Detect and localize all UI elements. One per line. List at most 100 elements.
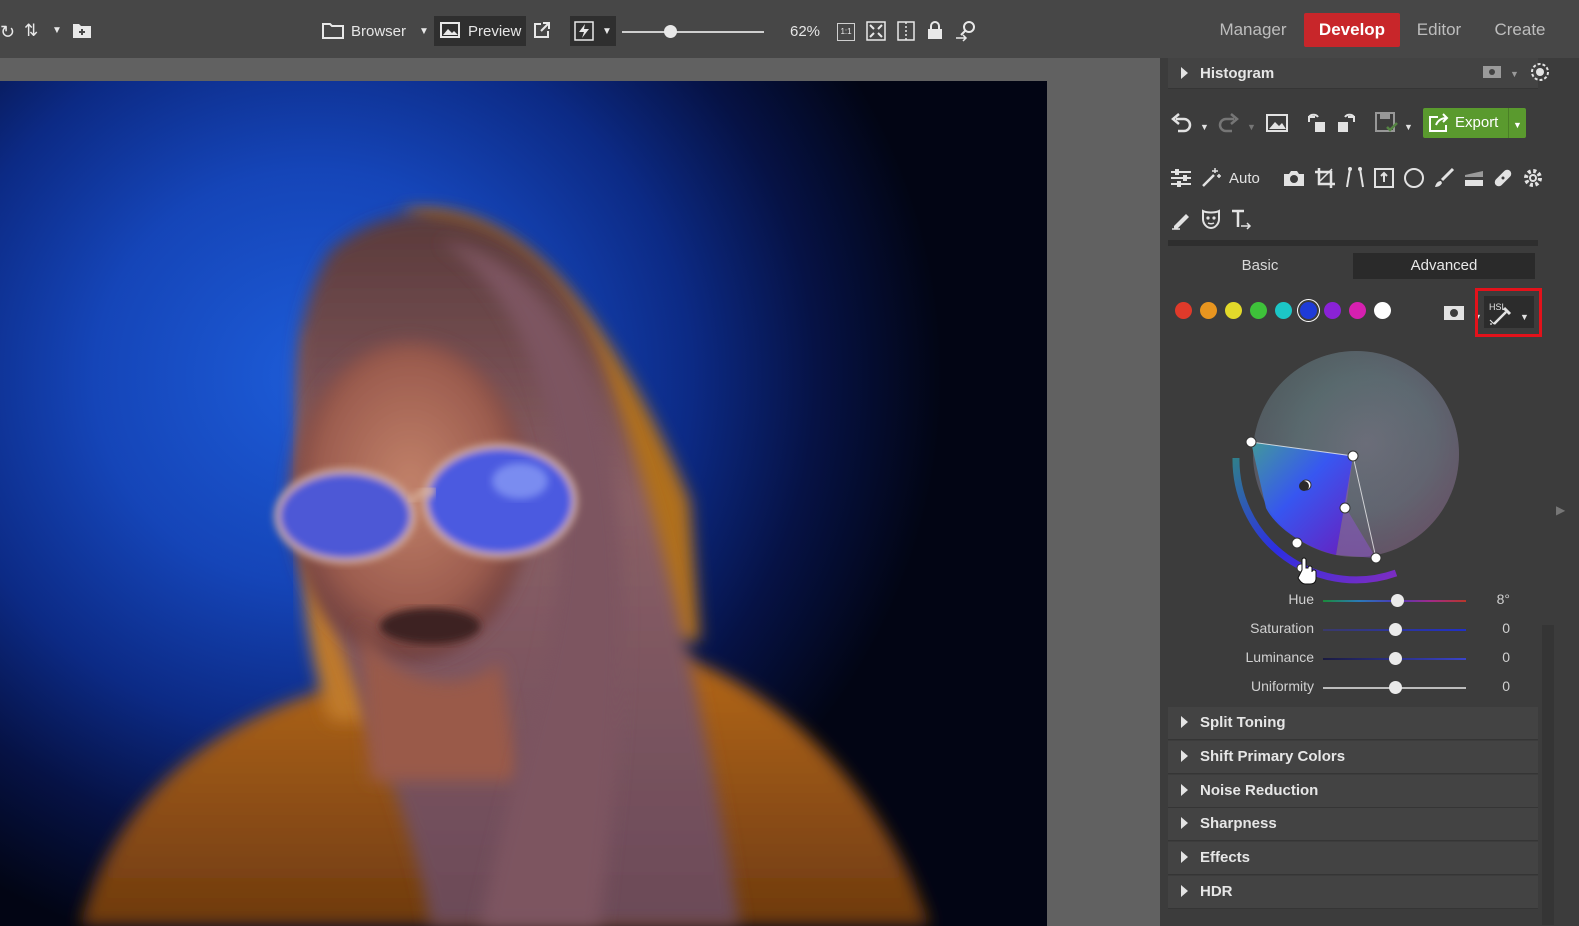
adjust-row-uniformity: Uniformity 0 — [1168, 678, 1538, 698]
image-canvas — [0, 58, 1160, 926]
uniformity-slider-knob[interactable] — [1388, 681, 1402, 694]
hue-label: Hue — [1288, 591, 1314, 607]
section-split-toning[interactable]: Split Toning — [1168, 707, 1538, 740]
luminance-value[interactable]: 0 — [1468, 649, 1510, 665]
gear-icon[interactable] — [1522, 167, 1544, 193]
preview-label: Preview — [468, 23, 522, 40]
uniformity-value[interactable]: 0 — [1468, 678, 1510, 694]
mode-develop[interactable]: Develop — [1304, 13, 1400, 47]
zoom-slider-track[interactable] — [622, 31, 764, 33]
expand-arrow-icon — [1181, 749, 1188, 762]
mode-create[interactable]: Create — [1484, 13, 1556, 47]
save-icon[interactable] — [1375, 112, 1399, 138]
browser-dropdown-icon[interactable]: ▼ — [419, 22, 429, 42]
refresh-icon[interactable]: ↻ — [0, 22, 15, 42]
swatch-aqua[interactable] — [1274, 302, 1292, 319]
sort-dropdown-icon[interactable]: ▼ — [52, 21, 62, 41]
export-icon — [1428, 113, 1450, 137]
rotate-right-icon[interactable] — [1335, 112, 1357, 138]
export-dropdown[interactable]: ▼ — [1508, 108, 1527, 138]
zoom-1to1-button[interactable]: 1:1 — [837, 23, 855, 41]
settings-wheel-icon[interactable] — [1530, 62, 1550, 86]
open-external-icon[interactable] — [533, 21, 551, 43]
adjust-row-hue: Hue 8° — [1168, 591, 1538, 611]
section-noise-reduction[interactable]: Noise Reduction — [1168, 774, 1538, 808]
expand-arrow-icon — [1181, 783, 1188, 796]
hue-slider-knob[interactable] — [1391, 594, 1405, 607]
swatch-yellow[interactable] — [1224, 302, 1242, 319]
histogram-section-header[interactable]: Histogram ▼ — [1168, 58, 1549, 89]
fit-screen-icon[interactable] — [866, 21, 886, 45]
lightning-icon — [574, 21, 594, 45]
panel-scrollbar[interactable] — [1542, 625, 1554, 925]
quick-fix-dropdown-icon: ▼ — [602, 26, 612, 37]
color-wheel[interactable] — [1226, 348, 1466, 588]
collapse-panel-icon[interactable]: ▶ — [1556, 500, 1565, 520]
camera-icon[interactable] — [1283, 168, 1305, 192]
preview-icon — [440, 21, 460, 43]
swatch-green[interactable] — [1249, 302, 1267, 319]
redo-icon[interactable] — [1218, 113, 1240, 137]
saturation-slider-knob[interactable] — [1388, 623, 1402, 636]
saturation-label: Saturation — [1250, 620, 1314, 636]
brush-icon[interactable] — [1433, 167, 1455, 193]
browser-icon[interactable] — [322, 21, 344, 43]
swatch-red[interactable] — [1175, 302, 1192, 319]
histogram-dropdown-icon[interactable]: ▼ — [1510, 64, 1519, 84]
gradient-filter-icon[interactable] — [1463, 167, 1485, 193]
zoom-lens-icon[interactable] — [954, 20, 978, 46]
rotate-left-icon[interactable] — [1306, 112, 1328, 138]
mask-camera-icon[interactable] — [1443, 303, 1465, 325]
mode-manager[interactable]: Manager — [1208, 13, 1298, 47]
section-sharpness[interactable]: Sharpness — [1168, 808, 1538, 842]
frame-icon[interactable] — [1373, 167, 1395, 193]
swatch-blue[interactable] — [1299, 302, 1317, 319]
preview-button[interactable]: Preview — [434, 16, 526, 46]
quick-fix-button[interactable]: ▼ — [570, 16, 616, 46]
save-dropdown-icon[interactable]: ▼ — [1404, 117, 1413, 137]
expand-arrow-icon — [1181, 716, 1188, 728]
undo-icon[interactable] — [1170, 113, 1192, 137]
browser-button[interactable]: Browser — [351, 22, 406, 42]
saturation-value[interactable]: 0 — [1468, 620, 1510, 636]
zoom-value: 62% — [790, 23, 821, 40]
section-effects[interactable]: Effects — [1168, 842, 1538, 876]
sort-icon[interactable]: ⇅ — [24, 21, 38, 41]
section-label: Noise Reduction — [1200, 781, 1319, 799]
tab-basic[interactable]: Basic — [1168, 253, 1352, 279]
expand-arrow-icon — [1181, 67, 1188, 79]
highlight-box — [1475, 288, 1542, 337]
text-tool-icon[interactable] — [1230, 208, 1252, 234]
sliders-icon[interactable] — [1170, 168, 1192, 192]
auto-button[interactable]: Auto — [1229, 169, 1260, 189]
zoom-slider-knob[interactable] — [664, 25, 678, 38]
compare-icon[interactable] — [897, 21, 915, 45]
perspective-icon[interactable] — [1344, 167, 1366, 193]
hue-value[interactable]: 8° — [1468, 591, 1510, 607]
new-folder-icon[interactable] — [72, 21, 92, 43]
eraser-pen-icon[interactable] — [1170, 208, 1192, 234]
face-mask-icon[interactable] — [1200, 208, 1222, 234]
redo-dropdown-icon[interactable]: ▼ — [1247, 117, 1256, 137]
radial-filter-icon[interactable] — [1403, 167, 1425, 193]
lock-icon[interactable] — [927, 20, 943, 44]
swatch-orange[interactable] — [1199, 302, 1217, 319]
mode-editor[interactable]: Editor — [1404, 13, 1474, 47]
luminance-slider-knob[interactable] — [1388, 652, 1402, 665]
auto-wand-icon[interactable] — [1200, 167, 1222, 193]
histogram-label: Histogram — [1200, 65, 1275, 82]
healing-bandage-icon[interactable] — [1492, 167, 1514, 193]
original-image-icon[interactable] — [1266, 113, 1288, 137]
section-hdr[interactable]: HDR — [1168, 876, 1538, 909]
panel-divider — [1168, 240, 1538, 246]
section-shift-primary-colors[interactable]: Shift Primary Colors — [1168, 740, 1538, 774]
tab-advanced[interactable]: Advanced — [1353, 253, 1535, 279]
undo-dropdown-icon[interactable]: ▼ — [1200, 117, 1209, 137]
crop-icon[interactable] — [1314, 167, 1336, 193]
luminance-label: Luminance — [1245, 649, 1315, 665]
section-label: Shift Primary Colors — [1200, 747, 1346, 765]
histogram-camera-icon[interactable] — [1482, 63, 1502, 83]
adjust-row-luminance: Luminance 0 — [1168, 649, 1538, 669]
expand-arrow-icon — [1181, 817, 1188, 830]
photo — [0, 81, 1047, 926]
